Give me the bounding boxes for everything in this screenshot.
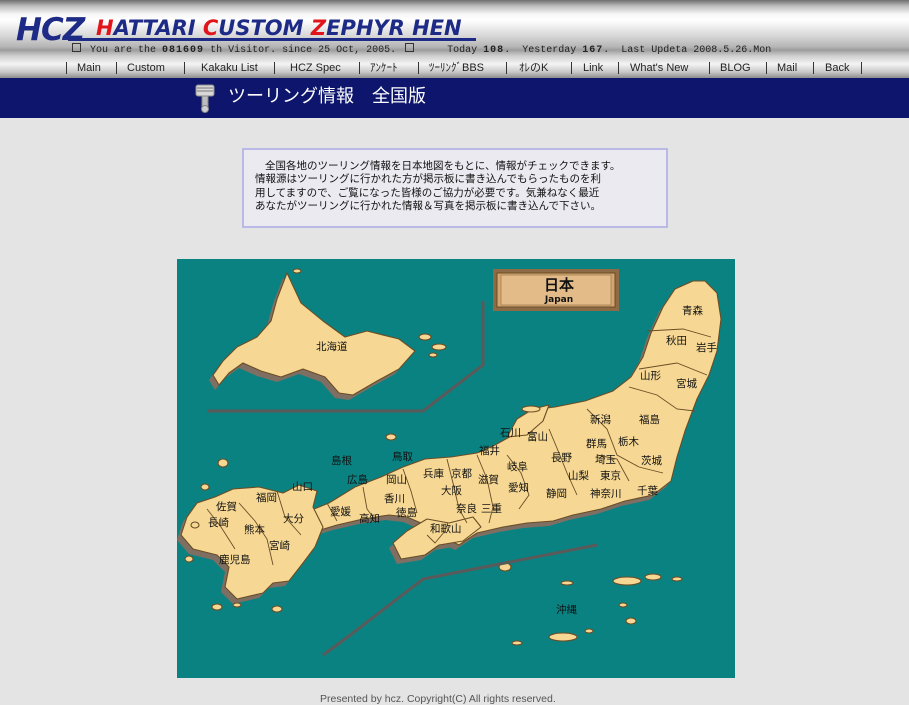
pref-oita[interactable]: 大分 bbox=[283, 512, 304, 525]
pref-kochi[interactable]: 高知 bbox=[359, 512, 380, 525]
pref-hokkaido[interactable]: 北海道 bbox=[316, 340, 348, 353]
nav-kakaku-list[interactable]: Kakaku List bbox=[201, 60, 258, 76]
pref-mie[interactable]: 三重 bbox=[481, 502, 502, 515]
pref-okinawa[interactable]: 沖縄 bbox=[556, 603, 577, 616]
nav-mail[interactable]: Mail bbox=[777, 60, 797, 76]
square-bullet-icon bbox=[72, 43, 81, 52]
today-count: 108 bbox=[483, 45, 505, 56]
yesterday-label: Yesterday bbox=[522, 45, 577, 56]
nav-ore-no-k[interactable]: ｵﾚのK bbox=[519, 60, 548, 76]
nav-divider bbox=[766, 62, 767, 74]
pref-aichi[interactable]: 愛知 bbox=[508, 481, 529, 494]
pref-kanagawa[interactable]: 神奈川 bbox=[590, 487, 622, 500]
pref-hiroshima[interactable]: 広島 bbox=[347, 473, 368, 486]
pref-aomori[interactable]: 青森 bbox=[682, 304, 703, 317]
nav-hcz-spec[interactable]: HCZ Spec bbox=[290, 60, 341, 76]
nav-divider bbox=[116, 62, 117, 74]
piston-icon bbox=[195, 84, 215, 113]
copyright-footer: Presented by hcz. Copyright(C) All right… bbox=[320, 693, 556, 705]
counter-prefix: You are the bbox=[90, 45, 157, 56]
pref-yamaguchi[interactable]: 山口 bbox=[292, 481, 313, 493]
nav-divider bbox=[359, 62, 360, 74]
visitor-counter: You are the 081609 th Visitor. since 25 … bbox=[69, 43, 772, 56]
pref-niigata[interactable]: 新潟 bbox=[590, 413, 611, 426]
pref-fukui[interactable]: 福井 bbox=[479, 444, 500, 457]
nav-divider bbox=[506, 62, 507, 74]
pref-kumamoto[interactable]: 熊本 bbox=[244, 523, 265, 536]
pref-nara[interactable]: 奈良 bbox=[456, 502, 477, 515]
intro-box: 全国各地のツーリング情報を日本地図をもとに、情報がチェックできます。 情報源はツ… bbox=[242, 148, 668, 228]
nav-main[interactable]: Main bbox=[77, 60, 101, 76]
last-update: Last Updeta 2008.5.26.Mon bbox=[621, 45, 772, 56]
nav-touring-bbs[interactable]: ﾂｰﾘﾝｸﾞBBS bbox=[429, 60, 484, 76]
pref-shizuoka[interactable]: 静岡 bbox=[546, 487, 567, 500]
visitor-number: 081609 bbox=[162, 45, 205, 56]
today-label: Today bbox=[447, 45, 478, 56]
nav-divider bbox=[274, 62, 275, 74]
nav-divider bbox=[418, 62, 419, 74]
pref-shiga[interactable]: 滋賀 bbox=[478, 473, 499, 486]
nav-divider bbox=[571, 62, 572, 74]
sign-subtitle: Japan bbox=[544, 295, 573, 305]
site-header: HCZ HATTARI CUSTOM ZEPHYR HEN You are th… bbox=[0, 0, 909, 78]
pref-ishikawa[interactable]: 石川 bbox=[500, 427, 521, 439]
pref-wakayama[interactable]: 和歌山 bbox=[430, 522, 462, 535]
nav-link[interactable]: Link bbox=[583, 60, 603, 76]
nav-enquete[interactable]: ｱﾝｹｰﾄ bbox=[370, 60, 398, 76]
pref-toyama[interactable]: 富山 bbox=[527, 430, 548, 443]
logo-underline bbox=[68, 38, 476, 41]
pref-fukushima[interactable]: 福島 bbox=[639, 413, 660, 426]
pref-shimane[interactable]: 島根 bbox=[331, 454, 352, 467]
intro-line: 情報源はツーリングに行かれた方が掲示板に書き込んでもらったものを利 bbox=[255, 173, 601, 186]
pref-ehime[interactable]: 愛媛 bbox=[330, 505, 351, 518]
pref-miyazaki[interactable]: 宮崎 bbox=[269, 539, 290, 552]
pref-kyoto[interactable]: 京都 bbox=[451, 467, 472, 480]
pref-hyogo[interactable]: 兵庫 bbox=[423, 467, 444, 480]
pref-saitama[interactable]: 埼玉 bbox=[595, 453, 616, 466]
japan-sign: 日本 Japan bbox=[493, 269, 619, 311]
sign-title: 日本 bbox=[544, 276, 574, 294]
page-banner: ツーリング情報 全国版 bbox=[0, 78, 909, 118]
nav-blog[interactable]: BLOG bbox=[720, 60, 751, 76]
pref-tottori[interactable]: 鳥取 bbox=[392, 450, 413, 463]
pref-ibaraki[interactable]: 茨城 bbox=[641, 454, 662, 467]
yesterday-count: 167 bbox=[582, 45, 604, 56]
square-bullet-icon bbox=[405, 43, 415, 52]
nav-divider bbox=[184, 62, 185, 74]
pref-okayama[interactable]: 岡山 bbox=[386, 474, 407, 486]
page-title: ツーリング情報 全国版 bbox=[228, 86, 426, 107]
pref-kagawa[interactable]: 香川 bbox=[384, 493, 405, 505]
intro-line: あなたがツーリングに行かれた情報＆写真を掲示板に書き込んで下さい。 bbox=[255, 199, 601, 212]
main-nav: Main Custom Kakaku List HCZ Spec ｱﾝｹｰﾄ ﾂ… bbox=[0, 60, 909, 76]
nav-custom[interactable]: Custom bbox=[127, 60, 165, 76]
pref-chiba[interactable]: 千葉 bbox=[637, 484, 658, 497]
pref-fukuoka[interactable]: 福岡 bbox=[256, 491, 277, 504]
pref-nagasaki[interactable]: 長崎 bbox=[208, 516, 229, 529]
pref-tokyo[interactable]: 東京 bbox=[600, 469, 621, 482]
pref-gifu[interactable]: 岐阜 bbox=[507, 460, 528, 473]
pref-saga[interactable]: 佐賀 bbox=[216, 500, 237, 513]
pref-osaka[interactable]: 大阪 bbox=[441, 484, 462, 497]
nav-divider bbox=[66, 62, 67, 74]
intro-line: 用してますので、ご覧になった皆様のご協力が必要です。気兼ねなく最近 bbox=[255, 186, 600, 199]
pref-akita[interactable]: 秋田 bbox=[666, 334, 687, 347]
nav-back[interactable]: Back bbox=[825, 60, 849, 76]
intro-line: 全国各地のツーリング情報を日本地図をもとに、情報がチェックできます。 bbox=[265, 160, 621, 172]
counter-suffix: th Visitor. since 25 Oct, 2005. bbox=[210, 45, 397, 56]
pref-gunma[interactable]: 群馬 bbox=[586, 437, 607, 450]
pref-kagoshima[interactable]: 鹿児島 bbox=[219, 553, 251, 566]
japan-map: 日本 Japan 北海道 青森 秋田 岩手 山形 宮城 新潟 福島 石川 富山 … bbox=[177, 259, 735, 678]
pref-iwate[interactable]: 岩手 bbox=[696, 341, 717, 354]
pref-miyagi[interactable]: 宮城 bbox=[676, 377, 697, 390]
pref-yamanashi[interactable]: 山梨 bbox=[568, 469, 589, 482]
pref-nagano[interactable]: 長野 bbox=[551, 452, 572, 464]
nav-divider bbox=[861, 62, 862, 74]
pref-tochigi[interactable]: 栃木 bbox=[618, 435, 639, 448]
nav-divider bbox=[618, 62, 619, 74]
pref-tokushima[interactable]: 徳島 bbox=[396, 506, 417, 519]
nav-divider bbox=[813, 62, 814, 74]
nav-whats-new[interactable]: What's New bbox=[630, 60, 688, 76]
pref-yamagata[interactable]: 山形 bbox=[640, 370, 661, 382]
nav-divider bbox=[709, 62, 710, 74]
